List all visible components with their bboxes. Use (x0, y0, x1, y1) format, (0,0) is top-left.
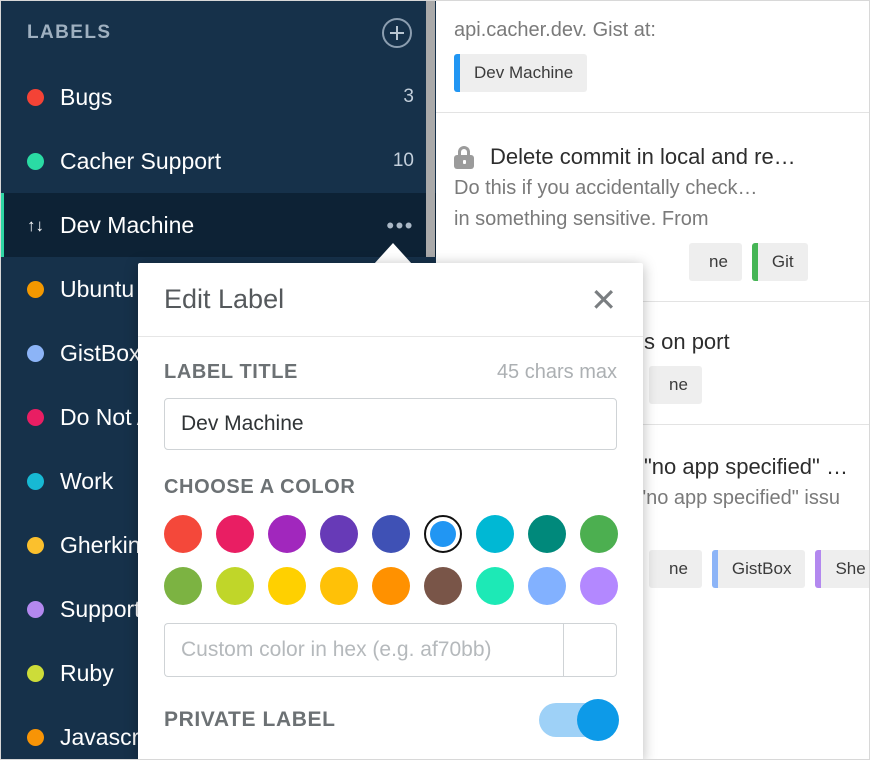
color-swatch-dot[interactable] (424, 567, 462, 605)
snippet-title-text: "no app specified" … (644, 454, 848, 479)
color-swatch[interactable] (372, 565, 424, 607)
color-swatch-dot[interactable] (580, 515, 618, 553)
snippet-card[interactable]: api.cacher.dev. Gist at: Dev Machine (436, 1, 869, 113)
color-swatch-dot[interactable] (268, 567, 306, 605)
custom-color-row (164, 623, 617, 677)
snippet-title-text: s on port (644, 329, 730, 354)
color-swatch-dot[interactable] (268, 515, 306, 553)
private-label-row: PRIVATE LABEL (164, 699, 619, 741)
color-swatch[interactable] (580, 565, 632, 607)
label-title-head: LABEL TITLE 45 chars max (164, 361, 617, 384)
color-swatch-dot[interactable] (580, 567, 618, 605)
app-window: LABELS Bugs 3 Cacher Support 10 ↑↓ Dev Machin… (0, 0, 870, 760)
color-dot-icon (27, 408, 44, 426)
color-swatch[interactable] (372, 513, 424, 555)
color-swatch-dot[interactable] (164, 515, 202, 553)
color-swatch[interactable] (528, 513, 580, 555)
popover-arrow (374, 243, 412, 264)
color-dot-icon (27, 664, 44, 682)
color-swatch[interactable] (164, 565, 216, 607)
sidebar-item-dev-machine[interactable]: ↑↓ Dev Machine ••• (1, 193, 436, 257)
tag-chip[interactable]: ne (649, 366, 702, 404)
color-swatch-dot[interactable] (372, 515, 410, 553)
color-swatch[interactable] (216, 565, 268, 607)
snippet-description: in something sensitive. From (454, 208, 709, 230)
private-label-heading: PRIVATE LABEL (164, 708, 336, 731)
sidebar-item-bugs[interactable]: Bugs 3 (1, 65, 436, 129)
popover-title: Edit Label (164, 284, 285, 314)
color-swatch-dot[interactable] (320, 567, 358, 605)
sidebar-item-label: Bugs (60, 83, 113, 110)
color-swatch-dot[interactable] (372, 567, 410, 605)
sort-arrows-icon: ↑↓ (27, 215, 44, 235)
close-icon[interactable]: ✕ (590, 284, 617, 316)
tag-chip[interactable]: ne (689, 243, 742, 281)
lock-icon (454, 145, 474, 169)
label-overflow-menu-icon[interactable]: ••• (386, 214, 414, 236)
label-title-input[interactable] (164, 398, 617, 450)
snippet-title: Delete commit in local and re… (490, 144, 796, 169)
color-swatch[interactable] (320, 513, 372, 555)
color-dot-icon (27, 600, 44, 618)
sidebar-scrollbar[interactable] (426, 1, 435, 257)
color-swatch-dot[interactable] (528, 515, 566, 553)
plus-circle-icon[interactable] (382, 18, 412, 48)
tag-chip[interactable]: ne (649, 550, 702, 588)
color-swatch-dot[interactable] (216, 567, 254, 605)
popover-body: LABEL TITLE 45 chars max CHOOSE A COLOR … (138, 337, 643, 741)
color-dot-icon (27, 536, 44, 554)
color-swatch-dot[interactable] (164, 567, 202, 605)
color-dot-icon (27, 280, 44, 298)
color-swatch[interactable] (320, 565, 372, 607)
color-dot-icon (27, 152, 44, 170)
sidebar-item-label: Dev Machine (60, 211, 195, 238)
tag-chip[interactable]: GistBox (711, 550, 806, 588)
snippet-title-row: Delete commit in local and re… (454, 141, 869, 173)
sidebar-item-cacher-support[interactable]: Cacher Support 10 (1, 129, 436, 193)
color-swatch[interactable] (424, 565, 476, 607)
color-dot-icon (27, 472, 44, 490)
color-swatch[interactable] (164, 513, 216, 555)
color-swatch[interactable] (476, 565, 528, 607)
color-swatch-dot[interactable] (528, 567, 566, 605)
color-dot-icon (27, 88, 44, 106)
color-swatch[interactable] (476, 513, 528, 555)
color-swatch-dot[interactable] (216, 515, 254, 553)
popover-header: Edit Label ✕ (138, 263, 643, 337)
tag-chip[interactable]: Git (751, 243, 808, 281)
private-label-toggle[interactable] (539, 699, 619, 741)
color-dot-icon (27, 728, 44, 746)
color-dot-icon (27, 344, 44, 362)
color-swatch-dot[interactable] (476, 515, 514, 553)
color-swatch[interactable] (528, 565, 580, 607)
color-swatch[interactable] (268, 565, 320, 607)
custom-color-preview (563, 623, 617, 677)
tag-chip[interactable]: Dev Machine (454, 54, 588, 92)
color-swatch-grid (164, 513, 618, 607)
color-swatch[interactable] (580, 513, 632, 555)
chars-max-hint: 45 chars max (496, 361, 617, 383)
page-title: LABELS (27, 22, 112, 43)
sidebar-item-label: Cacher Support (60, 147, 222, 174)
custom-hex-input[interactable] (164, 623, 563, 677)
sidebar-item-count: 3 (403, 86, 414, 107)
color-swatch-dot[interactable] (476, 567, 514, 605)
color-swatch-dot[interactable] (320, 515, 358, 553)
edit-label-popover: Edit Label ✕ LABEL TITLE 45 chars max CH… (138, 263, 643, 759)
label-title-heading: LABEL TITLE (164, 361, 299, 383)
snippet-tags: Dev Machine (454, 46, 869, 96)
color-swatch[interactable] (216, 513, 268, 555)
color-swatch-selected[interactable] (424, 513, 476, 555)
color-swatch-dot[interactable] (430, 521, 456, 547)
choose-color-heading: CHOOSE A COLOR (164, 476, 356, 498)
snippet-description: Do this if you accidentally check… (454, 177, 758, 199)
sidebar-item-count: 10 (392, 150, 414, 171)
tag-chip[interactable]: She (815, 550, 869, 588)
color-swatch[interactable] (268, 513, 320, 555)
sidebar-header: LABELS (1, 1, 436, 65)
snippet-description: api.cacher.dev. Gist at: (454, 19, 656, 41)
